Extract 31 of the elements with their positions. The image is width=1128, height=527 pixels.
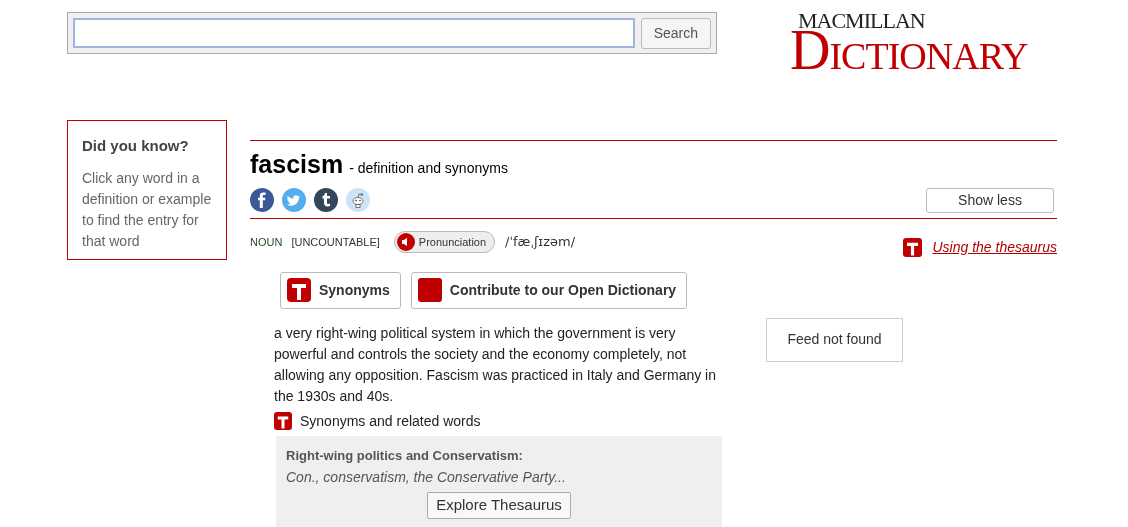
show-less-button[interactable]: Show less	[926, 187, 1054, 213]
speaker-icon	[396, 233, 415, 251]
part-of-speech: NOUN	[250, 234, 283, 250]
synonyms-button[interactable]: Synonyms	[280, 271, 401, 309]
thesaurus-link[interactable]: Using the thesaurus	[932, 236, 1057, 258]
facebook-icon[interactable]	[250, 188, 274, 212]
bird-icon[interactable]	[282, 188, 306, 212]
logo-wordmark[interactable]: MACMILLAN	[798, 12, 925, 30]
grammar-label: [UNCOUNTABLE]	[291, 234, 380, 250]
thesaurus-words: Con., conservatism, the Conservative Party...	[286, 468, 567, 487]
alien-icon[interactable]	[346, 188, 370, 212]
headword: fascism	[250, 149, 344, 180]
contribute-button[interactable]: Contribute to our Open Dictionary	[410, 271, 688, 309]
thesaurus-icon	[287, 278, 311, 302]
search-field[interactable]	[73, 18, 635, 48]
thesaurus-topic: Right-wing politics and Conservatism:	[286, 446, 524, 465]
square-icon	[417, 278, 442, 302]
feed-message: Feed not found	[766, 317, 903, 362]
panel-title: Did you know?	[82, 136, 190, 156]
definition-text: a very right-wing political system in which the government is very powerful and controls the society and the economy completely, not allowing any opposition. Fascism was practiced in Italy and Germany in the 1930s and 40s.	[274, 323, 717, 406]
synonyms-heading: Synonyms and related words	[300, 411, 481, 431]
thesaurus-icon	[903, 237, 923, 257]
phonetic-transcription: /ˈfæˌʃɪzəm/	[505, 233, 576, 252]
tumblr-icon[interactable]	[314, 188, 338, 212]
panel-text: Click any word in a definition or example to find the entry for that word	[82, 168, 212, 251]
pronunciation-button[interactable]: Pronunciation	[393, 231, 496, 253]
explore-thesaurus-button[interactable]: Explore Thesaurus	[427, 492, 571, 519]
headword-subtitle: - definition and synonyms	[349, 159, 508, 178]
thesaurus-icon	[274, 412, 292, 430]
search-button[interactable]: Search	[640, 17, 711, 49]
logo-wordmark[interactable]: DICTIONARY	[790, 30, 1028, 76]
